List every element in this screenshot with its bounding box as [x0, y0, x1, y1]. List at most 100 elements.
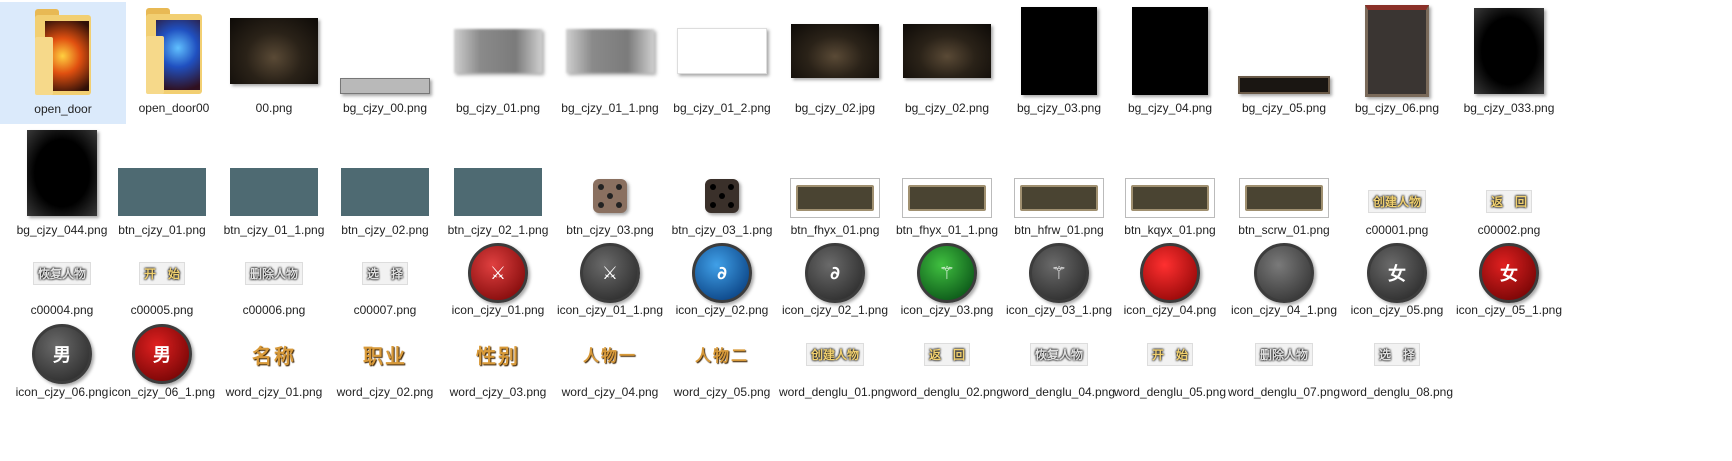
file-item[interactable]: bg_cjzy_03.png — [997, 2, 1121, 122]
image-thumbnail — [454, 29, 542, 73]
file-item[interactable]: btn_hfrw_01.png — [997, 124, 1121, 242]
file-item[interactable]: 创建人物 word_denglu_01.png — [773, 324, 897, 416]
file-item[interactable]: bg_cjzy_033.png — [1447, 2, 1571, 122]
file-item[interactable]: btn_cjzy_02.png — [323, 124, 447, 242]
file-name: btn_kqyx_01.png — [1124, 223, 1216, 237]
file-item[interactable]: 返 回 word_denglu_02.png — [885, 324, 1009, 416]
image-thumbnail — [790, 178, 880, 218]
file-item[interactable]: 恢复人物 word_denglu_04.png — [997, 324, 1121, 416]
file-item[interactable]: bg_cjzy_01.png — [436, 2, 560, 122]
image-thumbnail — [27, 130, 97, 216]
file-item[interactable]: 删除人物 word_denglu_07.png — [1222, 324, 1346, 416]
folder-item-open-door[interactable]: open_door — [0, 2, 126, 124]
file-name: icon_cjzy_05.png — [1350, 303, 1444, 317]
file-name: btn_cjzy_01.png — [118, 223, 206, 237]
file-item[interactable]: bg_cjzy_01_2.png — [660, 2, 784, 122]
file-name: bg_cjzy_02.jpg — [794, 101, 876, 115]
file-item[interactable]: icon_cjzy_04.png — [1108, 243, 1232, 322]
file-item[interactable]: btn_cjzy_01.png — [100, 124, 224, 242]
file-item[interactable]: 人物二 word_cjzy_05.png — [660, 324, 784, 416]
file-item[interactable]: bg_cjzy_01_1.png — [548, 2, 672, 122]
file-item[interactable]: btn_cjzy_03_1.png — [660, 124, 784, 242]
file-item[interactable]: btn_fhyx_01_1.png — [885, 124, 1009, 242]
red-orb-icon — [1140, 243, 1200, 303]
image-thumbnail: 创建人物 — [805, 342, 864, 366]
file-item[interactable]: bg_cjzy_02.png — [885, 2, 1009, 122]
image-thumbnail — [118, 168, 206, 216]
file-name: btn_scrw_01.png — [1238, 223, 1330, 237]
file-name: bg_cjzy_03.png — [1016, 101, 1102, 115]
image-thumbnail — [230, 168, 318, 216]
file-item[interactable]: bg_cjzy_02.jpg — [773, 2, 897, 122]
male-icon: 男 — [32, 324, 92, 384]
file-name: btn_cjzy_02_1.png — [447, 223, 549, 237]
file-item[interactable]: 女 icon_cjzy_05_1.png — [1447, 243, 1571, 322]
image-thumbnail — [791, 24, 879, 78]
image-thumbnail: 创建人物 — [1367, 189, 1426, 213]
image-thumbnail: 删除人物 — [244, 261, 303, 285]
file-item[interactable]: ⚚ icon_cjzy_03_1.png — [997, 243, 1121, 322]
file-name: word_cjzy_02.png — [336, 385, 434, 399]
file-name: bg_cjzy_06.png — [1354, 101, 1440, 115]
file-item[interactable]: ⚔ icon_cjzy_01_1.png — [548, 243, 672, 322]
image-thumbnail: 开 始 — [138, 261, 185, 285]
file-name: bg_cjzy_01.png — [455, 101, 541, 115]
file-item[interactable]: icon_cjzy_04_1.png — [1222, 243, 1346, 322]
image-thumbnail: 性别 — [476, 343, 520, 368]
file-name: icon_cjzy_06_1.png — [108, 385, 216, 399]
file-name: icon_cjzy_04.png — [1123, 303, 1217, 317]
file-item[interactable]: 选 择 c00007.png — [323, 244, 447, 322]
file-item[interactable]: btn_cjzy_02_1.png — [436, 124, 560, 242]
file-name: btn_cjzy_03.png — [566, 223, 654, 237]
image-thumbnail — [1125, 178, 1215, 218]
file-item[interactable]: ⚔ icon_cjzy_01.png — [436, 243, 560, 322]
file-name: word_denglu_02.png — [890, 385, 1004, 399]
file-item[interactable]: 男 icon_cjzy_06_1.png — [100, 324, 224, 416]
image-thumbnail — [677, 28, 767, 74]
file-item[interactable]: bg_cjzy_05.png — [1222, 2, 1346, 122]
file-item[interactable]: 人物一 word_cjzy_04.png — [548, 324, 672, 416]
sword-icon: ⚔ — [580, 243, 640, 303]
file-name: icon_cjzy_03.png — [900, 303, 994, 317]
file-name: c00005.png — [130, 303, 194, 317]
file-name: c00007.png — [353, 303, 417, 317]
image-thumbnail: 返 回 — [923, 342, 970, 366]
file-item[interactable]: 性别 word_cjzy_03.png — [436, 324, 560, 416]
file-item[interactable]: bg_cjzy_00.png — [323, 2, 447, 122]
file-item[interactable]: ∂ icon_cjzy_02_1.png — [773, 243, 897, 322]
file-item[interactable]: 女 icon_cjzy_05.png — [1335, 243, 1459, 322]
file-item[interactable]: bg_cjzy_04.png — [1108, 2, 1232, 122]
file-item[interactable]: 返 回 c00002.png — [1447, 124, 1571, 242]
file-item[interactable]: btn_scrw_01.png — [1222, 124, 1346, 242]
file-name: word_denglu_08.png — [1340, 385, 1454, 399]
file-name: bg_cjzy_02.png — [904, 101, 990, 115]
file-item[interactable]: ⚚ icon_cjzy_03.png — [885, 243, 1009, 322]
file-item[interactable]: 选 择 word_denglu_08.png — [1335, 324, 1459, 416]
file-item[interactable]: btn_cjzy_01_1.png — [212, 124, 336, 242]
file-item[interactable]: 职业 word_cjzy_02.png — [323, 324, 447, 416]
file-name: icon_cjzy_04_1.png — [1230, 303, 1338, 317]
file-name: bg_cjzy_033.png — [1463, 101, 1555, 115]
image-thumbnail — [902, 178, 992, 218]
file-name: btn_cjzy_03_1.png — [671, 223, 773, 237]
file-name: c00002.png — [1477, 223, 1541, 237]
file-item[interactable]: btn_fhyx_01.png — [773, 124, 897, 242]
image-thumbnail — [1365, 5, 1429, 97]
file-name: word_cjzy_03.png — [449, 385, 547, 399]
file-name: icon_cjzy_02.png — [675, 303, 769, 317]
file-item[interactable]: btn_cjzy_03.png — [548, 124, 672, 242]
file-item[interactable]: ∂ icon_cjzy_02.png — [660, 243, 784, 322]
image-thumbnail — [1132, 7, 1208, 95]
file-item[interactable]: 开 始 c00005.png — [100, 244, 224, 322]
file-item[interactable]: bg_cjzy_06.png — [1335, 2, 1459, 122]
file-name: btn_cjzy_02.png — [341, 223, 429, 237]
file-item[interactable]: 名称 word_cjzy_01.png — [212, 324, 336, 416]
file-item[interactable]: btn_kqyx_01.png — [1108, 124, 1232, 242]
file-name: icon_cjzy_02_1.png — [781, 303, 889, 317]
image-thumbnail: 人物二 — [694, 346, 749, 365]
file-item[interactable]: 删除人物 c00006.png — [212, 244, 336, 322]
image-thumbnail — [566, 29, 654, 73]
file-item[interactable]: 创建人物 c00001.png — [1335, 124, 1459, 242]
file-item[interactable]: 开 始 word_denglu_05.png — [1108, 324, 1232, 416]
file-item[interactable]: 00.png — [212, 2, 336, 122]
